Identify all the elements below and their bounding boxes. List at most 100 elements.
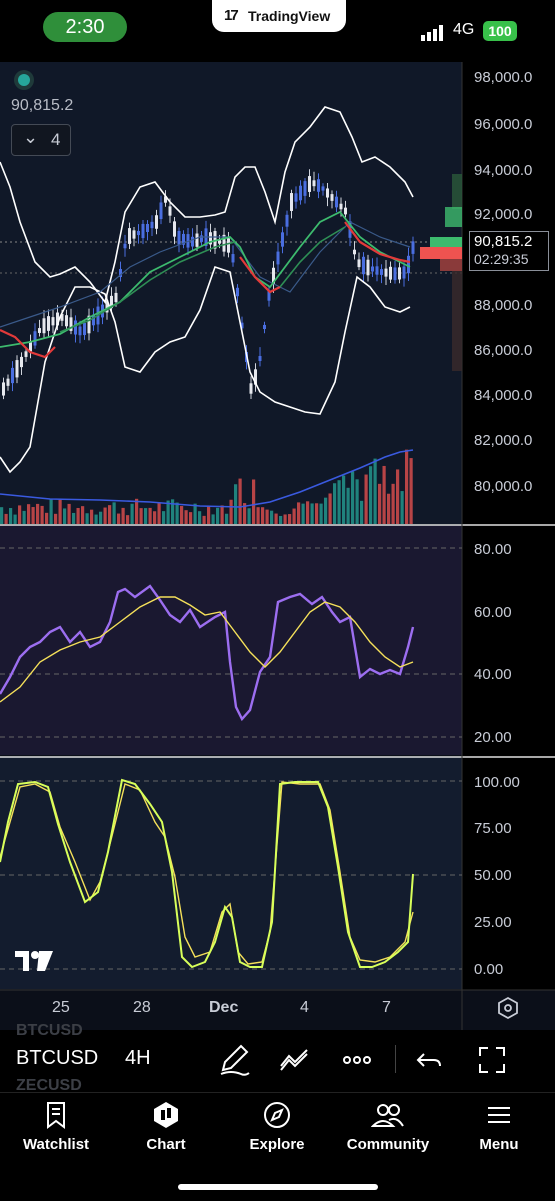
nav-explore[interactable]: Explore <box>227 1100 327 1160</box>
volume-bar <box>180 506 184 524</box>
home-indicator <box>178 1184 378 1190</box>
indicators-icon[interactable] <box>275 1040 315 1080</box>
nav-chart-label: Chart <box>146 1136 186 1153</box>
volume-bar <box>382 465 386 524</box>
volume-bar <box>99 511 103 524</box>
volume-bar <box>283 514 287 524</box>
volume-bar <box>148 507 152 524</box>
volume-bar <box>121 507 125 524</box>
fullscreen-icon[interactable] <box>472 1040 512 1080</box>
compass-icon <box>264 1102 290 1128</box>
candle-body <box>299 185 302 201</box>
nav-chart[interactable]: Chart <box>116 1100 216 1160</box>
people-icon <box>371 1104 404 1127</box>
volume-bar <box>301 503 305 524</box>
candle-body <box>290 193 293 211</box>
volume-bar <box>54 513 58 524</box>
candle-body <box>303 181 307 196</box>
symbol-list-previous[interactable]: BTCUSD <box>16 1022 83 1040</box>
nav-community[interactable]: Community <box>338 1100 438 1160</box>
rsi-axis-tick-label: 40.00 <box>474 666 512 683</box>
symbol-selector[interactable]: BTCUSD <box>16 1047 98 1070</box>
volume-bar <box>202 515 206 524</box>
toolbar-divider <box>395 1045 396 1073</box>
candle-body <box>11 367 14 384</box>
volume-bar <box>256 507 260 524</box>
volume-bar <box>360 500 364 524</box>
candle-body <box>159 202 163 220</box>
stoch-axis-tick-label: 100.00 <box>474 774 520 791</box>
price-axis-area[interactable] <box>462 62 555 990</box>
nav-watchlist-label: Watchlist <box>22 1136 90 1153</box>
volume-bar <box>207 505 211 524</box>
volume-bar <box>328 493 332 524</box>
volume-bar <box>306 501 310 524</box>
candle-body <box>236 287 239 297</box>
candle-body <box>141 223 145 239</box>
candle-body <box>20 356 23 368</box>
volume-bar <box>315 503 319 524</box>
price-axis-tick-label: 84,000.0 <box>474 387 532 404</box>
battery-level: 100 <box>483 21 517 41</box>
candle-body <box>123 243 127 249</box>
volume-bar <box>319 503 323 524</box>
candle-body <box>15 360 19 378</box>
rsi-axis-tick-label: 20.00 <box>474 729 512 746</box>
network-type: 4G <box>453 21 475 38</box>
volume-bar <box>130 503 134 524</box>
volume-bar <box>49 499 53 524</box>
indicators-collapse-button[interactable]: ⌄ 4 <box>11 124 71 156</box>
volume-bar <box>373 458 377 524</box>
volume-bar <box>13 514 17 524</box>
last-price-value: 90,815.2 <box>474 233 533 250</box>
chart-settings-hexagon-icon[interactable] <box>496 996 520 1020</box>
volume-bar <box>364 474 368 524</box>
chart-candles-icon <box>154 1102 178 1128</box>
interval-selector[interactable]: 4H <box>125 1047 151 1070</box>
date-axis-label: 25 <box>52 999 70 1016</box>
volume-bar <box>94 514 98 524</box>
volume-bar <box>265 509 269 524</box>
candle-body <box>168 206 172 216</box>
more-options-icon[interactable] <box>337 1040 377 1080</box>
volume-bar <box>184 510 188 524</box>
volume-bar <box>238 478 242 524</box>
price-axis-tick-label: 94,000.0 <box>474 162 532 179</box>
volume-bar <box>279 515 283 524</box>
volume-bar <box>216 507 220 524</box>
candle-body <box>227 238 230 253</box>
tradingview-logo-icon: 17 <box>224 7 239 24</box>
volume-bar <box>175 502 179 524</box>
volume-bar <box>117 513 121 524</box>
drawing-pen-icon[interactable] <box>215 1040 255 1080</box>
volume-bar <box>157 502 161 524</box>
volume-bar <box>252 479 256 524</box>
volume-bar <box>274 513 278 524</box>
volume-bar <box>409 458 413 524</box>
volume-bar <box>153 511 157 524</box>
candle-body <box>6 378 10 386</box>
volume-bar <box>297 502 301 524</box>
candle-body <box>393 267 397 281</box>
undo-icon[interactable] <box>410 1040 450 1080</box>
volume-bar <box>103 507 107 524</box>
nav-watchlist[interactable]: Watchlist <box>6 1100 106 1160</box>
status-time: 2:30 <box>43 12 127 42</box>
candle-body <box>321 186 325 191</box>
volume-bar <box>139 508 143 524</box>
candle-body <box>33 331 37 346</box>
date-axis-label: 4 <box>300 999 309 1016</box>
stoch-axis-tick-label: 50.00 <box>474 867 512 884</box>
volume-bar <box>261 507 265 524</box>
volume-bar <box>4 513 8 524</box>
market-status-dot[interactable] <box>18 74 30 86</box>
volume-bar <box>90 509 94 524</box>
candle-body <box>155 215 158 229</box>
signal-bars-icon <box>421 25 447 46</box>
price-axis-tick-label: 96,000.0 <box>474 116 532 133</box>
chart-canvas[interactable]: 98,000.0 96,000.0 94,000.0 92,000.0 88,000.0… <box>0 62 555 1030</box>
price-axis-tick-label: 82,000.0 <box>474 432 532 449</box>
nav-menu[interactable]: Menu <box>449 1100 549 1160</box>
rsi-axis-tick-label: 80.00 <box>474 541 512 558</box>
volume-bar <box>225 513 229 524</box>
